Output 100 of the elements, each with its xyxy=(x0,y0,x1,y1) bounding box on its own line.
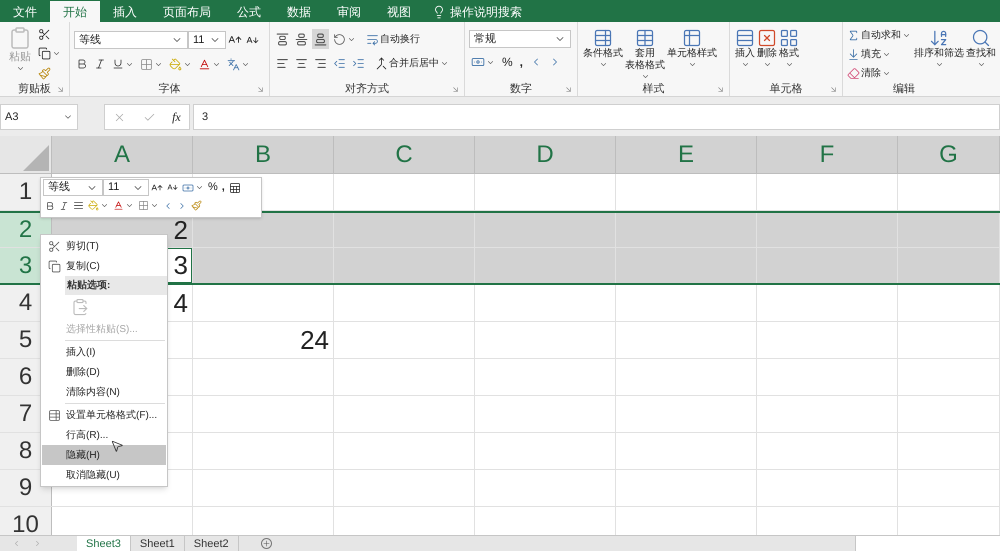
column-header[interactable]: B xyxy=(193,136,334,173)
insert-function-button[interactable]: fx xyxy=(172,108,181,126)
caret-icon xyxy=(100,201,109,210)
paste-icon xyxy=(71,298,89,316)
paint-bucket-icon xyxy=(169,58,182,70)
align-bottom-icon xyxy=(314,32,327,46)
next-sheet-icon xyxy=(33,539,42,548)
ribbon-tab[interactable]: 页面布局 xyxy=(150,1,224,22)
delete-icon xyxy=(757,28,777,48)
column-header[interactable]: F xyxy=(757,136,898,173)
align-left-icon xyxy=(276,56,289,70)
column-header[interactable]: G xyxy=(898,136,1000,173)
bottom-align-button[interactable] xyxy=(312,29,329,49)
ribbon-tab[interactable]: 数据 xyxy=(274,1,324,22)
font-size-select[interactable]: 11 xyxy=(103,179,149,196)
percent-button[interactable]: % xyxy=(206,179,220,196)
merge-center-button[interactable]: 合并后居中 xyxy=(373,53,451,73)
sheet-tab[interactable]: Sheet3 xyxy=(77,536,131,551)
column-header[interactable]: D xyxy=(475,136,616,173)
align-center-icon xyxy=(73,200,84,211)
style-button[interactable]: 条件格式 xyxy=(582,26,624,82)
indent-increase-icon xyxy=(352,56,365,70)
scissors-icon xyxy=(48,240,60,252)
italic-icon xyxy=(94,58,106,70)
new-sheet-button[interactable] xyxy=(260,536,272,551)
ribbon-tab[interactable]: 审阅 xyxy=(324,1,374,22)
ribbon-tab[interactable]: 视图 xyxy=(374,1,424,22)
menu-item[interactable]: 隐藏(H) xyxy=(42,445,166,465)
bold-icon xyxy=(76,58,88,70)
percent-button[interactable]: % xyxy=(500,53,515,71)
style-button[interactable]: 单元格样式 xyxy=(666,26,718,82)
comma-button[interactable]: , xyxy=(220,179,227,196)
formula-input[interactable]: 3 xyxy=(193,104,1000,130)
cell-value: 2 xyxy=(174,214,188,246)
style-button[interactable]: 套用 表格格式 xyxy=(624,26,666,82)
group-title: 单元格 xyxy=(770,84,802,94)
edit-button[interactable]: 清除 xyxy=(845,64,913,82)
edit-button[interactable]: 填充 xyxy=(845,45,913,63)
caret-icon xyxy=(195,183,204,192)
scissors-icon xyxy=(38,28,51,42)
grow-font-icon xyxy=(151,182,163,194)
paint-bucket-icon xyxy=(88,200,99,211)
copy-icon xyxy=(48,260,60,272)
paintbrush-icon xyxy=(38,66,51,80)
lightbulb-icon xyxy=(432,4,446,18)
sigma-icon xyxy=(847,28,860,42)
wrap-text-icon xyxy=(366,32,379,46)
caret-icon xyxy=(150,201,159,210)
comma-button[interactable]: , xyxy=(518,53,526,71)
ribbon-tab[interactable]: 插入 xyxy=(100,1,150,22)
cells-button[interactable]: 插入 xyxy=(734,26,756,82)
border-icon xyxy=(138,200,149,211)
column-header[interactable]: E xyxy=(616,136,757,173)
italic-icon xyxy=(59,200,69,210)
cells-button[interactable]: 删除 xyxy=(756,26,778,82)
column-header[interactable]: C xyxy=(334,136,475,173)
dialog-launcher-icon xyxy=(829,85,838,94)
edit-large-button[interactable]: 排序和筛选 xyxy=(913,26,965,82)
table-icon xyxy=(635,28,655,48)
edit-large-button[interactable]: 查找和 xyxy=(965,26,997,82)
ribbon-tab[interactable]: 文件 xyxy=(0,1,50,22)
caret-icon xyxy=(640,72,650,81)
tell-me-search[interactable]: 操作说明搜索 xyxy=(450,2,522,20)
dialog-launcher-icon xyxy=(716,85,725,94)
number-format-select[interactable]: 常规 xyxy=(469,30,571,48)
ribbon-tab[interactable]: 开始 xyxy=(50,1,100,22)
ribbon-tab[interactable]: 公式 xyxy=(224,1,274,22)
name-box[interactable]: A3 xyxy=(0,104,78,130)
edit-button[interactable]: 自动求和 xyxy=(845,26,913,44)
sheet-icon xyxy=(228,182,241,194)
cells-button[interactable]: 格式 xyxy=(778,26,800,82)
cell-value: 4 xyxy=(174,286,188,320)
wrap-text-button[interactable]: 自动换行 xyxy=(364,29,422,49)
border-icon xyxy=(140,58,153,70)
caret-icon xyxy=(934,60,944,69)
sheet-tab[interactable]: Sheet1 xyxy=(130,536,185,551)
dialog-launcher-icon xyxy=(564,85,573,94)
add-icon xyxy=(260,538,272,549)
align-top-icon xyxy=(276,32,289,46)
column-header[interactable]: A xyxy=(52,136,193,173)
row-header[interactable]: 10 xyxy=(0,507,52,535)
font-color-icon xyxy=(198,58,211,70)
caret-icon xyxy=(762,60,772,69)
font-name-select[interactable]: 等线 xyxy=(74,31,188,49)
group-title: 编辑 xyxy=(893,84,915,94)
mouse-cursor-icon xyxy=(110,439,124,453)
font-color-icon xyxy=(113,200,124,211)
font-name-select[interactable]: 等线 xyxy=(43,179,103,196)
eraser-icon xyxy=(847,66,860,80)
banknote-icon xyxy=(182,182,194,194)
insert-rows-icon xyxy=(735,28,755,48)
menu-section-header: 粘贴选项: xyxy=(65,276,167,295)
align-right-icon xyxy=(314,56,327,70)
horizontal-scrollbar[interactable] xyxy=(855,536,1000,551)
caret-icon xyxy=(688,60,696,69)
font-size-select[interactable]: 11 xyxy=(188,31,226,49)
sheet-tab[interactable]: Sheet2 xyxy=(184,536,239,551)
caret-icon xyxy=(125,201,134,210)
caret-icon xyxy=(16,64,24,73)
group-title: 剪贴板 xyxy=(18,84,51,94)
